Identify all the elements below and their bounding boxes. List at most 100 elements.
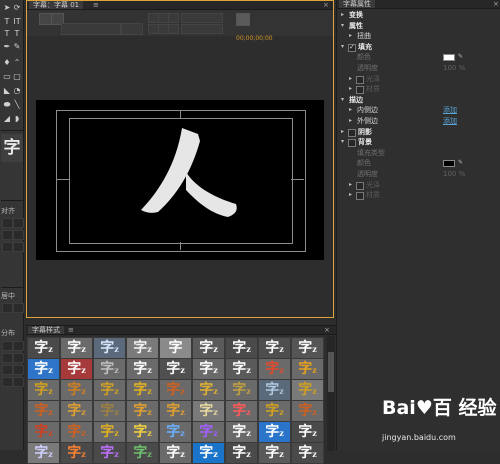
distribute-h-space-button[interactable] [2,377,13,387]
styles-scrollbar-thumb[interactable] [328,352,334,392]
tab-menu-icon[interactable]: ≡ [93,1,99,9]
style-swatch[interactable]: 字z [60,400,93,422]
property-checkbox[interactable] [356,75,364,84]
selection-tool-icon[interactable]: ➤ [2,3,12,13]
style-swatch[interactable]: 字z [159,421,192,443]
expand-right-icon[interactable]: ▸ [349,84,352,94]
property-checkbox[interactable] [356,86,364,95]
property-row[interactable]: ▸ 内侧边 添加 [337,105,500,115]
property-row[interactable]: 颜色 ✎ [337,52,500,62]
expand-right-icon[interactable]: ▸ [349,190,352,200]
style-swatch[interactable]: 字z [291,421,324,443]
close-icon[interactable]: × [493,0,499,8]
style-swatch[interactable]: 字z [27,400,60,422]
align-center-h-button[interactable] [2,230,13,240]
property-row[interactable]: ▾ 属性 [337,21,500,31]
area-type-tool-icon[interactable]: IT [12,17,22,27]
property-value[interactable]: 100 % [443,169,465,179]
style-swatch[interactable]: 字z [60,442,93,464]
expand-right-icon[interactable]: ▸ [349,180,352,190]
expand-down-icon[interactable]: ▾ [341,95,344,105]
align-right-button[interactable] [2,242,13,252]
property-row[interactable]: ▾ 描边 [337,95,500,105]
align-text-buttons[interactable] [181,13,223,23]
style-swatch[interactable]: 字z [291,442,324,464]
align-left-button[interactable] [2,218,13,228]
property-value[interactable]: 100 % [443,63,465,73]
color-swatch[interactable] [443,160,455,168]
color-swatch[interactable] [443,54,455,62]
style-swatch[interactable]: 字z [93,379,126,401]
show-background-video-button[interactable] [236,13,250,26]
close-icon[interactable]: × [324,326,330,334]
style-swatch[interactable]: 字z [291,337,324,359]
font-style-select[interactable] [121,23,143,35]
style-swatch[interactable]: 字z [126,442,159,464]
expand-right-icon[interactable]: ▸ [341,127,344,137]
property-checkbox[interactable] [348,128,356,137]
properties-tab[interactable]: 字幕属性 [339,0,375,8]
style-swatch[interactable]: 字z [27,442,60,464]
style-swatch[interactable]: 字z [225,442,258,464]
property-row[interactable]: 填充类型 [337,148,500,158]
style-swatch[interactable]: 字z [60,337,93,359]
title-text-object[interactable]: 人 [36,100,324,260]
style-swatch[interactable]: 字z [258,337,291,359]
rectangle-tool-icon[interactable]: ▭ [2,72,12,82]
align-top-button[interactable] [13,218,24,228]
style-swatch[interactable]: 字z [159,442,192,464]
style-swatch[interactable]: 字z [192,337,225,359]
style-swatch[interactable]: 字z [192,379,225,401]
property-row[interactable]: 透明度 100 % [337,63,500,73]
add-stroke-link[interactable]: 添加 [443,116,457,126]
style-swatch[interactable]: 字z [258,421,291,443]
font-family-select[interactable] [61,23,121,35]
style-swatch[interactable]: 字z [93,442,126,464]
styles-tab[interactable]: 字幕样式 [28,326,64,334]
eyedropper-icon[interactable]: ✎ [458,52,463,62]
type-tool-icon[interactable]: T [2,17,12,27]
leading-field[interactable] [168,24,179,34]
style-swatch[interactable]: 字z [258,400,291,422]
distribute-left-button[interactable] [2,341,13,351]
style-swatch[interactable]: 字z [192,400,225,422]
style-swatch[interactable]: 字z [258,379,291,401]
expand-right-icon[interactable]: ▸ [341,10,344,20]
close-icon[interactable]: × [323,1,329,9]
style-swatch[interactable]: 字z [258,358,291,380]
style-swatch[interactable]: 字z [27,379,60,401]
add-anchor-tool-icon[interactable]: ✎ [12,42,22,52]
style-swatch[interactable]: 字z [126,400,159,422]
style-swatch[interactable]: 字z [27,358,60,380]
delete-anchor-tool-icon[interactable]: ♦ [2,58,12,68]
property-checkbox[interactable] [348,139,356,148]
property-row[interactable]: 颜色 ✎ [337,158,500,168]
style-swatch[interactable]: 字z [291,379,324,401]
property-row[interactable]: ▸ 阴影 [337,127,500,137]
style-swatch[interactable]: 字z [126,358,159,380]
style-swatch[interactable]: 字z [93,358,126,380]
style-swatch[interactable]: 字z [291,358,324,380]
expand-right-icon[interactable]: ▸ [349,74,352,84]
style-swatch[interactable]: 字z [60,358,93,380]
distribute-center-v-button[interactable] [13,353,24,363]
style-swatch[interactable]: 字z [126,379,159,401]
convert-anchor-tool-icon[interactable]: ⌃ [12,58,22,68]
style-swatch[interactable]: 字z [192,358,225,380]
property-row[interactable]: 透明度 100 % [337,169,500,179]
pen-tool-icon[interactable]: ✒ [2,42,12,52]
property-row[interactable]: ▸ 材质 [337,190,500,201]
style-swatch[interactable]: 字z [258,442,291,464]
style-swatch[interactable]: 字z [192,421,225,443]
path-type-tool-icon[interactable]: T [12,29,22,39]
style-swatch[interactable]: 字z [93,400,126,422]
property-row[interactable]: ▸ 光泽 [337,74,500,84]
tab-menu-icon[interactable]: ≡ [68,326,74,334]
align-bottom-button[interactable] [13,242,24,252]
style-swatch[interactable]: 字z [225,337,258,359]
arc-tool-icon[interactable]: ◔ [12,86,22,96]
style-swatch[interactable]: 字z [126,421,159,443]
property-row[interactable]: ▸ 材质 [337,84,500,95]
add-stroke-link[interactable]: 添加 [443,105,457,115]
distribute-v-space-button[interactable] [13,377,24,387]
